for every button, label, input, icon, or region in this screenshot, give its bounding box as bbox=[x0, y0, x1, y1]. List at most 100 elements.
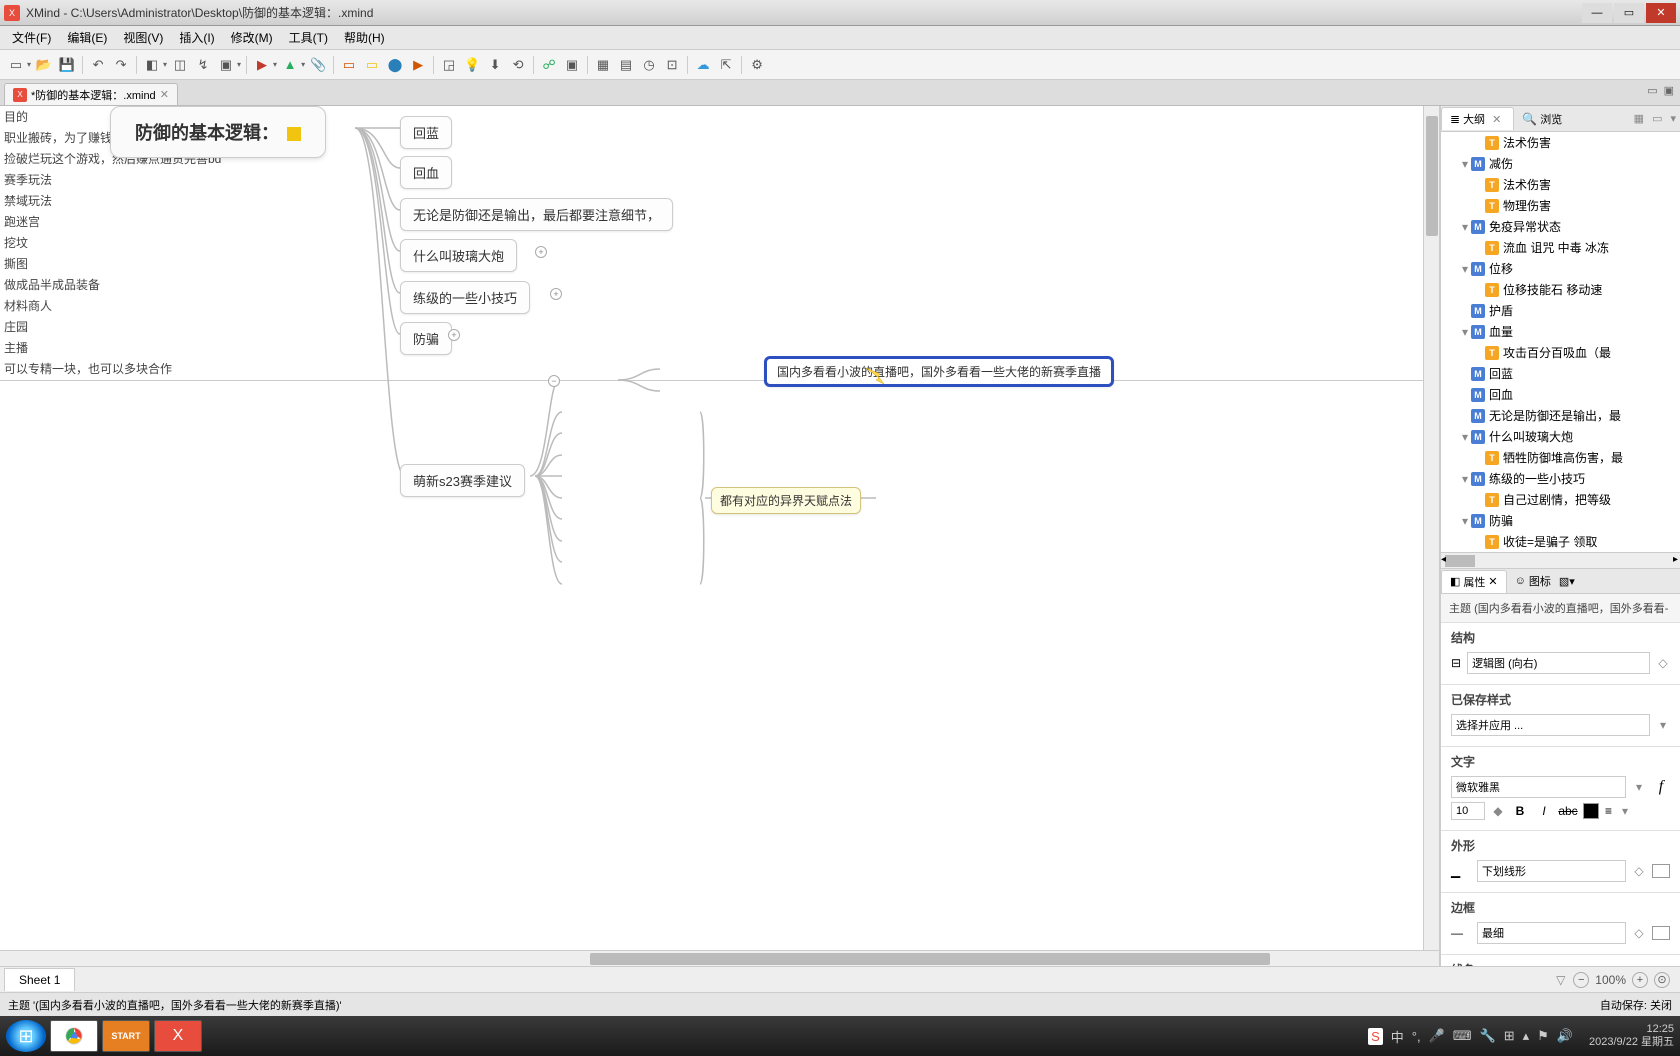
tray-punct-icon[interactable]: °, bbox=[1412, 1029, 1421, 1044]
node-selected[interactable]: 国内多看看小波的直播吧，国外多看看一些大佬的新赛季直播 bbox=[764, 356, 1114, 387]
list-item[interactable]: 禁域玩法 bbox=[0, 190, 1439, 211]
menu-edit[interactable]: 编辑(E) bbox=[59, 27, 115, 48]
zoom-level[interactable]: 100% bbox=[1595, 973, 1626, 987]
align-icon[interactable]: ≡ bbox=[1605, 804, 1612, 818]
node-huilan[interactable]: 回蓝 bbox=[400, 116, 452, 149]
node-detail[interactable]: 无论是防御还是输出，最后都要注意细节， bbox=[400, 198, 673, 231]
boundary-icon[interactable]: ▣ bbox=[216, 55, 236, 75]
audio-icon[interactable]: ▶ bbox=[408, 55, 428, 75]
outline-row[interactable]: ▾M免疫异常状态 bbox=[1441, 216, 1680, 237]
list-item[interactable]: 庄园 bbox=[0, 316, 1439, 337]
toggle-icon[interactable]: ▾ bbox=[1459, 514, 1471, 528]
filter-icon[interactable]: ☍ bbox=[539, 55, 559, 75]
menu-modify[interactable]: 修改(M) bbox=[223, 27, 281, 48]
menu-help[interactable]: 帮助(H) bbox=[336, 27, 393, 48]
share-icon[interactable]: ☁ bbox=[693, 55, 713, 75]
shape-color-swatch[interactable] bbox=[1652, 864, 1670, 878]
outline-row[interactable]: M无论是防御还是输出，最 bbox=[1441, 405, 1680, 426]
stepper-icon[interactable]: ◆ bbox=[1491, 804, 1505, 818]
node-glass[interactable]: 什么叫玻璃大炮 bbox=[400, 239, 517, 272]
settings-icon[interactable]: ⚙ bbox=[747, 55, 767, 75]
presentation-icon[interactable]: ▣ bbox=[562, 55, 582, 75]
tray-sogou-icon[interactable]: S bbox=[1368, 1028, 1383, 1045]
outline-row[interactable]: M回血 bbox=[1441, 384, 1680, 405]
drill-icon[interactable]: ⬇ bbox=[485, 55, 505, 75]
structure-select[interactable]: 逻辑图 (向右) bbox=[1467, 652, 1650, 674]
note-icon[interactable] bbox=[287, 127, 301, 141]
text-color-swatch[interactable] bbox=[1583, 803, 1599, 819]
taskbar-start-app[interactable]: START bbox=[102, 1020, 150, 1052]
document-tab[interactable]: X *防御的基本逻辑：.xmind ✕ bbox=[4, 83, 178, 105]
node-lvl[interactable]: 练级的一些小技巧 bbox=[400, 281, 530, 314]
toggle-icon[interactable]: ▾ bbox=[1459, 157, 1471, 171]
expand-icon[interactable]: + bbox=[448, 329, 460, 341]
style-select[interactable]: 选择并应用 ... bbox=[1451, 714, 1650, 736]
node-huixue[interactable]: 回血 bbox=[400, 156, 452, 189]
marker-icon[interactable]: ▶ bbox=[252, 55, 272, 75]
tab-min-icon[interactable]: ▭ bbox=[1647, 84, 1657, 97]
outline-row[interactable]: ▾M减伤 bbox=[1441, 153, 1680, 174]
start-button[interactable]: ⊞ bbox=[6, 1020, 46, 1052]
note-icon[interactable]: ▭ bbox=[362, 55, 382, 75]
tab-close-icon[interactable]: ✕ bbox=[160, 88, 169, 101]
relation-icon[interactable]: ↯ bbox=[193, 55, 213, 75]
tab-max-icon[interactable]: ▣ bbox=[1664, 84, 1674, 97]
hyperlink-icon[interactable]: ⬤ bbox=[385, 55, 405, 75]
attach-icon[interactable]: 📎 bbox=[308, 55, 328, 75]
font-size-input[interactable]: 10 bbox=[1451, 802, 1485, 820]
taskbar-clock[interactable]: 12:252023/9/22 星期五 bbox=[1581, 1023, 1674, 1049]
outline-row[interactable]: ▾M练级的一些小技巧 bbox=[1441, 468, 1680, 489]
list-item[interactable]: 做成品半成品装备 bbox=[0, 274, 1439, 295]
expand-icon[interactable]: + bbox=[550, 288, 562, 300]
topic-icon[interactable]: ◧ bbox=[142, 55, 162, 75]
taskbar-chrome[interactable] bbox=[50, 1020, 98, 1052]
menu-tools[interactable]: 工具(T) bbox=[281, 27, 336, 48]
panel-menu-icon[interactable]: ▾ bbox=[1666, 112, 1680, 125]
bold-button[interactable]: B bbox=[1511, 802, 1529, 820]
sheet-icon[interactable]: ▦ bbox=[593, 55, 613, 75]
outline-row[interactable]: T收徒=是骗子 领取 bbox=[1441, 531, 1680, 552]
tab-icons[interactable]: ☺图标 bbox=[1507, 570, 1559, 592]
tray-flag-icon[interactable]: ⚑ bbox=[1537, 1028, 1549, 1044]
dropdown-icon[interactable]: ▾ bbox=[1656, 718, 1670, 732]
tray-keyboard-icon[interactable]: ⌨ bbox=[1453, 1028, 1472, 1044]
tab-browse[interactable]: 🔍浏览 bbox=[1514, 108, 1570, 130]
list-item[interactable]: 主播 bbox=[0, 337, 1439, 358]
panel-btn-icon[interactable]: ▦ bbox=[1630, 112, 1648, 125]
panel-menu-icon[interactable]: ▾ bbox=[1569, 575, 1575, 588]
undo-icon[interactable]: ↶ bbox=[88, 55, 108, 75]
tray-volume-icon[interactable]: 🔊 bbox=[1557, 1028, 1573, 1044]
tray-expand-icon[interactable]: ▴ bbox=[1523, 1028, 1530, 1044]
strike-button[interactable]: abc bbox=[1559, 802, 1577, 820]
toggle-icon[interactable]: ▾ bbox=[1459, 430, 1471, 444]
zoom-in-button[interactable]: + bbox=[1632, 972, 1648, 988]
outline-row[interactable]: T流血 诅咒 中毒 冰冻 bbox=[1441, 237, 1680, 258]
tray-grid-icon[interactable]: ⊞ bbox=[1504, 1028, 1515, 1044]
outline-row[interactable]: T位移技能石 移动速 bbox=[1441, 279, 1680, 300]
outline-row[interactable]: ▾M什么叫玻璃大炮 bbox=[1441, 426, 1680, 447]
outline-scrollbar[interactable]: ◂▸ bbox=[1441, 552, 1680, 568]
list-item[interactable]: 跑迷宫 bbox=[0, 211, 1439, 232]
task-icon[interactable]: ▤ bbox=[616, 55, 636, 75]
list-item[interactable]: 材料商人 bbox=[0, 295, 1439, 316]
list-item[interactable]: 撕图 bbox=[0, 253, 1439, 274]
dropdown-icon[interactable]: ▾ bbox=[1632, 780, 1646, 794]
outline-row[interactable]: T法术伤害 bbox=[1441, 174, 1680, 195]
close-button[interactable]: ✕ bbox=[1646, 3, 1676, 23]
border-select[interactable]: 最细 bbox=[1477, 922, 1626, 944]
clock-icon[interactable]: ◷ bbox=[639, 55, 659, 75]
label-icon[interactable]: ▭ bbox=[339, 55, 359, 75]
idea-icon[interactable]: 💡 bbox=[462, 55, 482, 75]
brainstorm-icon[interactable]: ◲ bbox=[439, 55, 459, 75]
vertical-scrollbar[interactable] bbox=[1423, 106, 1439, 966]
toggle-icon[interactable]: ▾ bbox=[1459, 472, 1471, 486]
outline-row[interactable]: T法术伤害 bbox=[1441, 132, 1680, 153]
new-icon[interactable]: ▭ bbox=[6, 55, 26, 75]
dropdown-icon[interactable]: ◇ bbox=[1656, 656, 1670, 670]
gantt-icon[interactable]: ⟲ bbox=[508, 55, 528, 75]
tab-pin-icon[interactable]: ✕ bbox=[1488, 113, 1505, 126]
outline-row[interactable]: T物理伤害 bbox=[1441, 195, 1680, 216]
toggle-icon[interactable]: ▾ bbox=[1459, 220, 1471, 234]
sheet-tab[interactable]: Sheet 1 bbox=[4, 968, 75, 991]
save-icon[interactable]: 💾 bbox=[57, 55, 77, 75]
